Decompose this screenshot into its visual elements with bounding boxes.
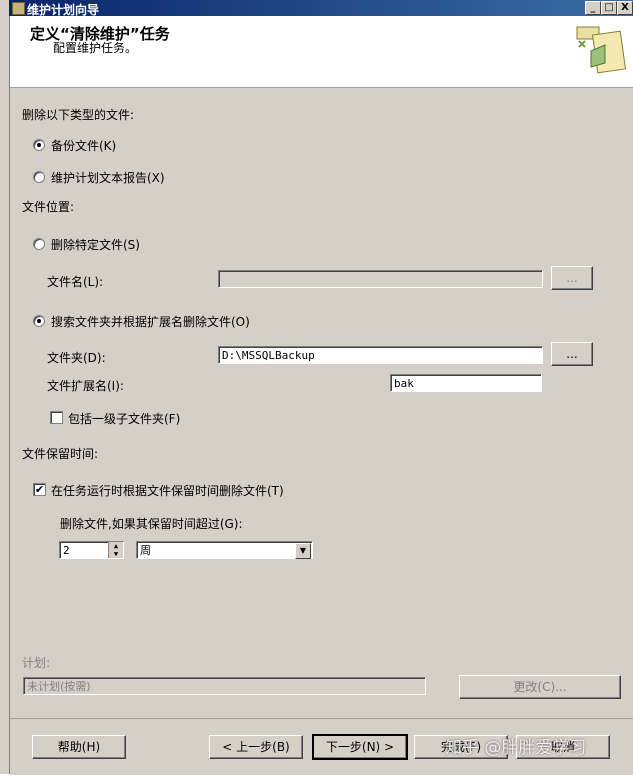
chevron-down-icon[interactable]: ▼ — [295, 543, 311, 559]
app-icon — [12, 2, 25, 15]
change-schedule-button[interactable]: 更改(C)... — [459, 675, 621, 699]
watermark: 知乎 @胖胖爱学习 — [445, 738, 587, 758]
spin-down-icon[interactable]: ▼ — [109, 550, 123, 558]
spin-up-icon[interactable]: ▲ — [109, 542, 123, 550]
include-subfolders-label[interactable]: 包括一级子文件夹(F) — [68, 410, 180, 427]
maximize-button[interactable]: □ — [601, 1, 617, 15]
close-button[interactable]: X — [617, 1, 633, 15]
extension-input[interactable]: bak — [390, 374, 542, 392]
search-folder-radio[interactable] — [33, 315, 45, 327]
next-button[interactable]: 下一步(N) > — [312, 734, 408, 760]
report-files-label[interactable]: 维护计划文本报告(X) — [51, 169, 165, 186]
retention-check-label[interactable]: 在任务运行时根据文件保留时间删除文件(T) — [51, 482, 284, 499]
report-files-radio[interactable] — [33, 171, 45, 183]
backup-files-radio[interactable] — [33, 139, 45, 151]
wizard-body: 删除以下类型的文件: 备份文件(K) 维护计划文本报告(X) 文件位置: 删除特… — [10, 88, 633, 718]
retention-unit-select[interactable]: 周 ▼ — [136, 541, 313, 559]
older-than-label: 删除文件,如果其保留时间超过(G): — [60, 517, 243, 531]
wizard-icon — [576, 26, 627, 74]
retention-amount-input[interactable]: 2 ▲ ▼ — [59, 541, 124, 559]
delete-specific-radio[interactable] — [33, 238, 45, 250]
background-window-strip — [0, 0, 10, 774]
retention-unit-value: 周 — [140, 544, 151, 557]
filename-label: 文件名(L): — [47, 275, 104, 289]
folder-label: 文件夹(D): — [47, 351, 106, 365]
schedule-label: 计划: — [22, 656, 51, 670]
extension-label: 文件扩展名(I): — [47, 379, 124, 393]
window-title: 维护计划向导 — [27, 3, 100, 17]
schedule-field: 未计划(按需) — [23, 677, 426, 695]
retention-checkbox[interactable]: ✔ — [33, 483, 46, 496]
backup-files-label[interactable]: 备份文件(K) — [51, 137, 116, 154]
back-button[interactable]: < 上一步(B) — [209, 735, 303, 759]
wizard-header: 定义“清除维护”任务 配置维护任务。 — [10, 17, 633, 88]
folder-browse-button[interactable]: ... — [551, 342, 593, 366]
folder-input[interactable]: D:\MSSQLBackup — [218, 346, 543, 364]
filename-field[interactable] — [218, 270, 543, 288]
delete-specific-label[interactable]: 删除特定文件(S) — [51, 236, 140, 253]
page-subtitle: 配置维护任务。 — [53, 41, 138, 55]
minimize-button[interactable]: _ — [585, 1, 601, 15]
title-bar[interactable]: 维护计划向导 _ □ X — [9, 0, 633, 17]
search-folder-label[interactable]: 搜索文件夹并根据扩展名删除文件(O) — [51, 313, 250, 330]
help-button[interactable]: 帮助(H) — [32, 735, 126, 759]
include-subfolders-checkbox[interactable] — [50, 411, 63, 424]
retention-label: 文件保留时间: — [22, 447, 99, 461]
delete-type-label: 删除以下类型的文件: — [22, 108, 135, 122]
retention-amount-stepper[interactable]: ▲ ▼ — [108, 542, 123, 558]
file-location-label: 文件位置: — [22, 200, 75, 214]
retention-amount-value: 2 — [63, 544, 70, 557]
filename-browse-button[interactable]: ... — [551, 266, 593, 290]
